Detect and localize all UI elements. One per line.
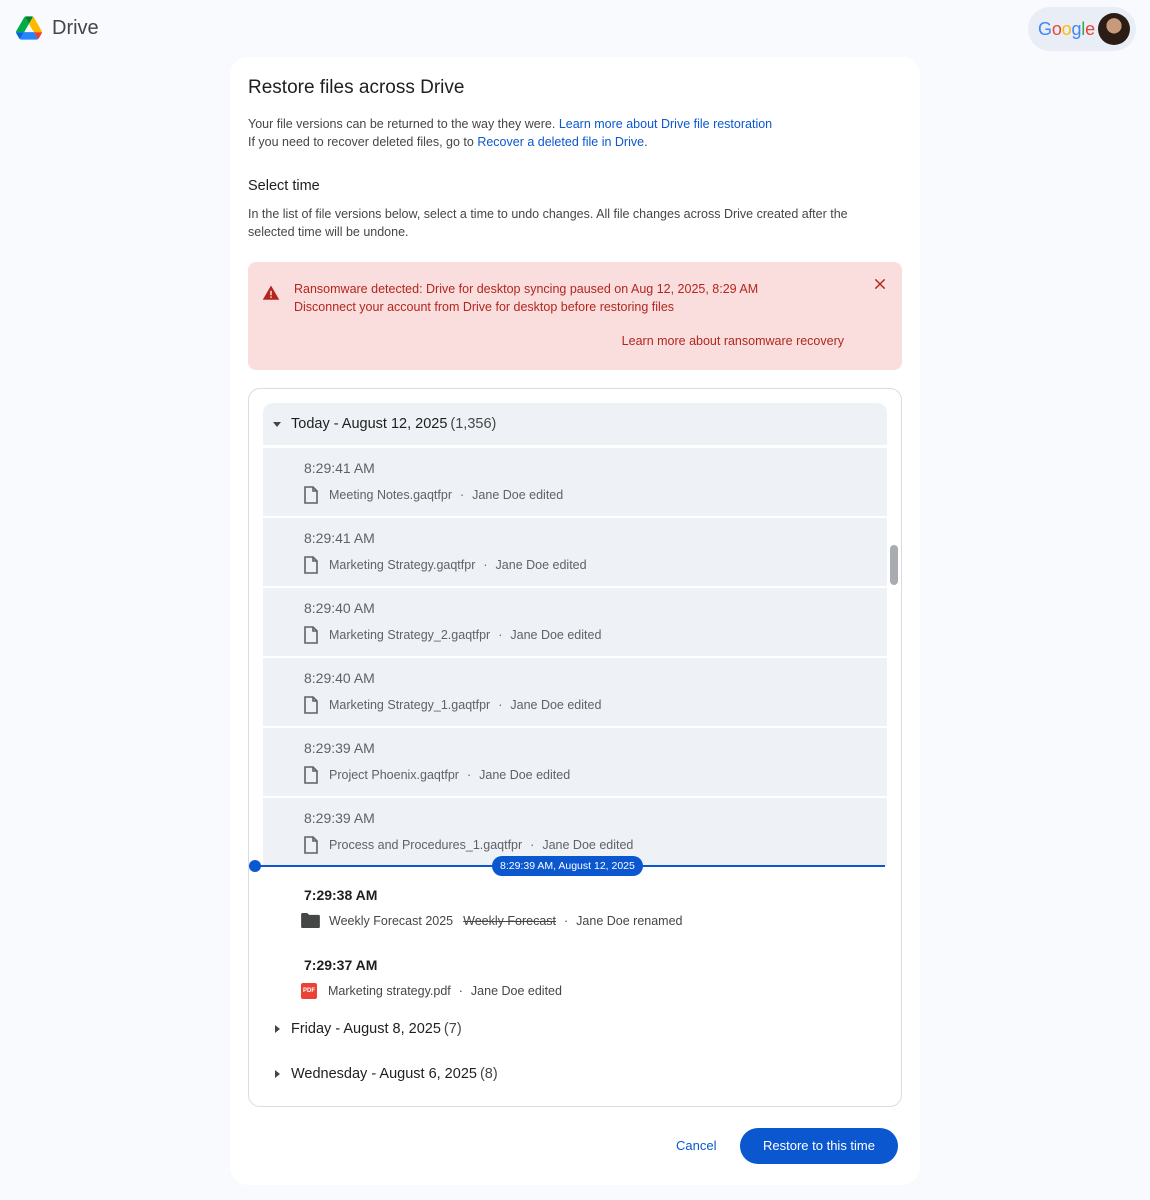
entry-file: Marketing Strategy_1.gaqtfpr xyxy=(329,698,491,712)
document-icon xyxy=(304,556,318,574)
entry-file: Process and Procedures_1.gaqtfpr xyxy=(329,838,523,852)
caret-down-icon xyxy=(263,419,291,429)
folder-icon xyxy=(301,913,320,928)
cancel-button[interactable]: Cancel xyxy=(666,1129,726,1163)
group-label: Wednesday - August 6, 2025 xyxy=(291,1066,477,1082)
list-item[interactable]: 8:29:40 AM Marketing Strategy_1.gaqtfpr ·… xyxy=(263,658,887,728)
entry-file: Marketing strategy.pdf xyxy=(328,984,451,998)
separator-dot: · xyxy=(498,698,503,712)
group-header-today[interactable]: Today - August 12, 2025 (1,356) xyxy=(263,403,887,445)
separator-dot: · xyxy=(483,558,488,572)
entry-time: 7:29:37 AM xyxy=(304,957,378,973)
separator-dot: · xyxy=(458,984,463,998)
entry-action: Jane Doe edited xyxy=(479,768,571,782)
intro-period: . xyxy=(644,135,648,149)
avatar[interactable] xyxy=(1098,13,1130,45)
dialog-intro: Your file versions can be returned to th… xyxy=(248,115,772,151)
separator-dot: · xyxy=(460,488,465,502)
separator-dot: · xyxy=(564,913,569,928)
ransomware-recovery-link[interactable]: Learn more about ransomware recovery xyxy=(622,334,844,348)
alert-subtitle: Disconnect your account from Drive for d… xyxy=(294,300,675,314)
scrollbar-thumb[interactable] xyxy=(890,545,898,585)
timeline-handle[interactable] xyxy=(249,860,261,872)
document-icon xyxy=(304,486,318,504)
restore-button[interactable]: Restore to this time xyxy=(740,1128,898,1164)
entry-file: Marketing Strategy_2.gaqtfpr xyxy=(329,628,491,642)
restore-dialog: Restore files across Drive Your file ver… xyxy=(230,57,920,1185)
separator-dot: · xyxy=(530,838,535,852)
entry-file: Weekly Forecast 2025 xyxy=(329,913,454,928)
caret-right-icon xyxy=(263,1069,291,1079)
entry-action: Jane Doe edited xyxy=(542,838,634,852)
entry-file: Marketing Strategy.gaqtfpr xyxy=(329,558,476,572)
entry-action: Jane Doe renamed xyxy=(576,913,683,928)
app-name: Drive xyxy=(52,16,99,39)
version-list: Today - August 12, 2025 (1,356) 8:29:41 A… xyxy=(248,388,902,1107)
warning-icon xyxy=(262,285,280,300)
document-icon xyxy=(304,836,318,854)
section-description: In the list of file versions below, sele… xyxy=(248,207,848,239)
drive-icon xyxy=(16,16,42,40)
entry-action: Jane Doe edited xyxy=(470,984,562,998)
entries-before: 8:29:41 AM Meeting Notes.gaqtfpr · Jane Do… xyxy=(263,448,887,868)
entry-time: 8:29:40 AM xyxy=(304,600,375,616)
list-item[interactable]: 8:29:41 AM Meeting Notes.gaqtfpr · Jane Do… xyxy=(263,448,887,518)
ransomware-alert: Ransomware detected: Drive for desktop s… xyxy=(248,262,902,370)
learn-more-restoration-link[interactable]: Learn more about Drive file restoration xyxy=(559,117,772,131)
separator-dot: · xyxy=(498,628,503,642)
entry-file: Meeting Notes.gaqtfpr xyxy=(329,488,452,502)
list-item[interactable]: 7:29:37 AM PDF Marketing strategy.pdf · … xyxy=(263,945,887,1015)
entry-action: Jane Doe edited xyxy=(510,628,602,642)
document-icon xyxy=(304,696,318,714)
group-count: (7) xyxy=(443,1021,462,1037)
pdf-icon: PDF xyxy=(301,983,317,999)
intro-text-2: If you need to recover deleted files, go… xyxy=(248,135,478,149)
google-wordmark: Google xyxy=(1038,18,1095,39)
list-item[interactable]: 7:29:38 AM Weekly Forecast 2025 Weekly F… xyxy=(263,875,887,945)
caret-right-icon xyxy=(263,1024,291,1034)
entry-time: 8:29:39 AM xyxy=(304,740,375,756)
entry-time: 7:29:38 AM xyxy=(304,887,378,903)
entry-time: 8:29:40 AM xyxy=(304,670,375,686)
separator-dot: · xyxy=(466,768,472,782)
document-icon xyxy=(304,626,318,644)
drive-logo[interactable]: Drive xyxy=(16,16,99,40)
group-label: Today - August 12, 2025 xyxy=(291,416,448,432)
group-count: (1,356) xyxy=(450,416,497,432)
group-header-wednesday[interactable]: Wednesday - August 6, 2025 (8) xyxy=(263,1053,498,1095)
entry-action: Jane Doe edited xyxy=(510,698,602,712)
recover-deleted-file-link[interactable]: Recover a deleted file in Drive xyxy=(477,135,644,149)
list-item[interactable]: 8:29:41 AM Marketing Strategy.gaqtfpr · Ja… xyxy=(263,518,887,588)
entry-old-name: Weekly Forecast xyxy=(463,913,556,928)
account-button[interactable]: Google xyxy=(1028,7,1136,51)
entry-file: Project Phoenix.gaqtfpr xyxy=(329,768,459,782)
entry-action: Jane Doe edited xyxy=(495,558,587,572)
group-label: Friday - August 8, 2025 xyxy=(291,1021,441,1037)
entry-time: 8:29:39 AM xyxy=(304,810,375,826)
top-bar: Drive Google xyxy=(0,0,1150,58)
group-header-friday[interactable]: Friday - August 8, 2025 (7) xyxy=(263,1008,462,1050)
entry-time: 8:29:41 AM xyxy=(304,530,375,546)
timeline-label: 8:29:39 AM, August 12, 2025 xyxy=(492,856,643,876)
dialog-title: Restore files across Drive xyxy=(248,77,465,98)
group-count: (8) xyxy=(479,1066,498,1082)
alert-title: Ransomware detected: Drive for desktop s… xyxy=(294,282,759,296)
entry-time: 8:29:41 AM xyxy=(304,460,375,476)
close-icon[interactable] xyxy=(872,276,888,292)
document-icon xyxy=(304,766,318,784)
intro-text-1: Your file versions can be returned to th… xyxy=(248,117,559,131)
list-item[interactable]: 8:29:40 AM Marketing Strategy_2.gaqtfpr ·… xyxy=(263,588,887,658)
entry-action: Jane Doe edited xyxy=(472,488,564,502)
section-title: Select time xyxy=(248,178,320,194)
list-item[interactable]: 8:29:39 AM Project Phoenix.gaqtfpr · Jane … xyxy=(263,728,887,798)
